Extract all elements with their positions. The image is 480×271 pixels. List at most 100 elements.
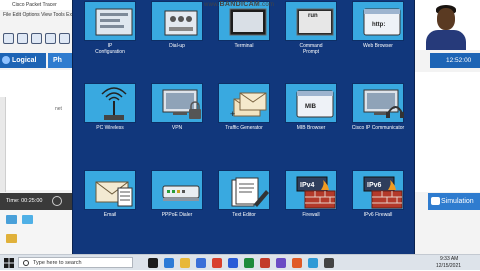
- pc-desktop: IP Configuration Dial-up Terminal run Com…: [72, 0, 415, 254]
- time-label: Time: 00:25:00: [6, 198, 43, 204]
- bandicam-watermark: www.BANDICAM.com: [204, 1, 275, 8]
- app-icon[interactable]: [276, 258, 286, 268]
- simulation-button[interactable]: Simulation: [428, 193, 480, 210]
- excel-icon[interactable]: [244, 258, 254, 268]
- app-tile-dial-up[interactable]: Dial-up: [148, 0, 206, 57]
- pppoe-dialer-icon[interactable]: [151, 170, 203, 210]
- vpn-icon[interactable]: [151, 83, 203, 123]
- workspace-canvas[interactable]: [0, 70, 72, 190]
- command-prompt-icon-text: run: [308, 13, 318, 19]
- mib-browser-icon-text: MIB: [305, 104, 317, 110]
- logical-icon: [2, 56, 10, 64]
- app-tile-ipv6-firewall[interactable]: IPv6 IPv6 Firewall: [349, 168, 407, 226]
- app-label[interactable]: Cisco IP Communicator: [343, 125, 413, 131]
- app-label[interactable]: Email: [75, 212, 145, 218]
- dial-up-icon[interactable]: [151, 1, 203, 41]
- app-tile-web-browser[interactable]: http: Web Browser: [349, 0, 407, 57]
- ip-config-icon[interactable]: [84, 1, 136, 41]
- search-placeholder: Type here to search: [33, 260, 82, 266]
- tab-physical[interactable]: Ph: [48, 53, 72, 68]
- svg-text:+: +: [230, 109, 235, 119]
- device-icon[interactable]: [6, 215, 17, 224]
- app-label[interactable]: VPN: [142, 125, 212, 131]
- ipv6-firewall-icon-text: IPv6: [367, 182, 382, 189]
- app-tile-ip-configuration[interactable]: IP Configuration: [81, 0, 139, 57]
- new-file-icon[interactable]: [3, 33, 14, 44]
- device-palette: [0, 210, 72, 254]
- ip-communicator-icon[interactable]: [352, 83, 404, 123]
- menu-bar[interactable]: File Edit Options View Tools Extensions: [0, 10, 72, 20]
- firewall-icon[interactable]: IPv4: [285, 170, 337, 210]
- app-icon[interactable]: [324, 258, 334, 268]
- device-icon[interactable]: [6, 234, 17, 243]
- ipv6-firewall-icon[interactable]: IPv6: [352, 170, 404, 210]
- app-label[interactable]: Command Prompt: [276, 43, 346, 55]
- text-editor-icon[interactable]: [218, 170, 270, 210]
- tray-date[interactable]: 12/15/2021: [436, 263, 461, 269]
- mib-browser-icon[interactable]: MIB: [285, 83, 337, 123]
- tab-logical-label: Logical: [12, 57, 37, 64]
- realtime-bar[interactable]: 12:52:00: [430, 53, 480, 68]
- workspace-canvas-right[interactable]: [415, 72, 480, 192]
- clock-icon[interactable]: [52, 196, 62, 206]
- email-icon[interactable]: [84, 170, 136, 210]
- store-icon[interactable]: [196, 258, 206, 268]
- time-bar: Time: 00:25:00: [0, 193, 72, 210]
- web-browser-icon-text: http:: [372, 22, 385, 28]
- taskbar-search[interactable]: Type here to search: [18, 257, 133, 268]
- app-icon[interactable]: [292, 258, 302, 268]
- taskbar: Type here to search 9:33 AM 12/15/2021: [0, 254, 480, 270]
- app-tile-terminal[interactable]: Terminal: [215, 0, 273, 57]
- realtime-clock: 12:52:00: [446, 57, 472, 64]
- app-label[interactable]: Dial-up: [142, 43, 212, 49]
- app-tile-email[interactable]: Email: [81, 168, 139, 226]
- device-icon[interactable]: [22, 215, 33, 224]
- app-label[interactable]: Firewall: [276, 212, 346, 218]
- app-label[interactable]: IPv6 Firewall: [343, 212, 413, 218]
- open-file-icon[interactable]: [17, 33, 28, 44]
- app-label[interactable]: Traffic Generator: [209, 125, 279, 131]
- webcam-overlay: [415, 0, 480, 50]
- edge-icon[interactable]: [164, 258, 174, 268]
- simulation-icon: [431, 197, 440, 205]
- simulation-label: Simulation: [441, 198, 474, 205]
- tab-physical-label: Ph: [53, 57, 62, 64]
- app-tile-mib-browser[interactable]: MIB MIB Browser: [282, 81, 340, 139]
- file-explorer-icon[interactable]: [180, 258, 190, 268]
- search-icon: [23, 260, 29, 266]
- side-scrollbar[interactable]: [0, 97, 6, 192]
- print-icon[interactable]: [45, 33, 56, 44]
- app-label[interactable]: PC Wireless: [75, 125, 145, 131]
- app-label[interactable]: PPPoE Dialer: [142, 212, 212, 218]
- powerpoint-icon[interactable]: [260, 258, 270, 268]
- app-label[interactable]: Terminal: [209, 43, 279, 49]
- app-label[interactable]: IP Configuration: [75, 43, 145, 55]
- tab-logical[interactable]: Logical: [0, 53, 46, 68]
- app-tile-pc-wireless[interactable]: PC Wireless: [81, 81, 139, 139]
- wireless-icon[interactable]: [84, 83, 136, 123]
- task-view-icon[interactable]: [148, 258, 158, 268]
- app-tile-traffic-generator[interactable]: + Traffic Generator: [215, 81, 273, 139]
- packet-tracer-icon[interactable]: [308, 258, 318, 268]
- app-label[interactable]: Web Browser: [343, 43, 413, 49]
- app-tile-vpn[interactable]: VPN: [148, 81, 206, 139]
- save-icon[interactable]: [31, 33, 42, 44]
- app-tile-cisco-ip-communicator[interactable]: Cisco IP Communicator: [349, 81, 407, 139]
- web-browser-icon[interactable]: http:: [352, 1, 404, 41]
- command-prompt-icon[interactable]: run: [285, 1, 337, 41]
- canvas-label: net: [55, 106, 62, 112]
- system-tray: 9:33 AM 12/15/2021: [400, 255, 480, 271]
- word-icon[interactable]: [228, 258, 238, 268]
- chrome-icon[interactable]: [212, 258, 222, 268]
- traffic-generator-icon[interactable]: +: [218, 83, 270, 123]
- tray-time[interactable]: 9:33 AM: [440, 256, 458, 262]
- windows-start-icon[interactable]: [4, 258, 14, 268]
- app-label[interactable]: MIB Browser: [276, 125, 346, 131]
- app-tile-command-prompt[interactable]: run Command Prompt: [282, 0, 340, 57]
- app-tile-firewall[interactable]: IPv4 Firewall: [282, 168, 340, 226]
- app-tile-text-editor[interactable]: Text Editor: [215, 168, 273, 226]
- settings-icon[interactable]: [59, 33, 70, 44]
- firewall-icon-text: IPv4: [300, 182, 315, 189]
- app-tile-pppoe-dialer[interactable]: PPPoE Dialer: [148, 168, 206, 226]
- app-label[interactable]: Text Editor: [209, 212, 279, 218]
